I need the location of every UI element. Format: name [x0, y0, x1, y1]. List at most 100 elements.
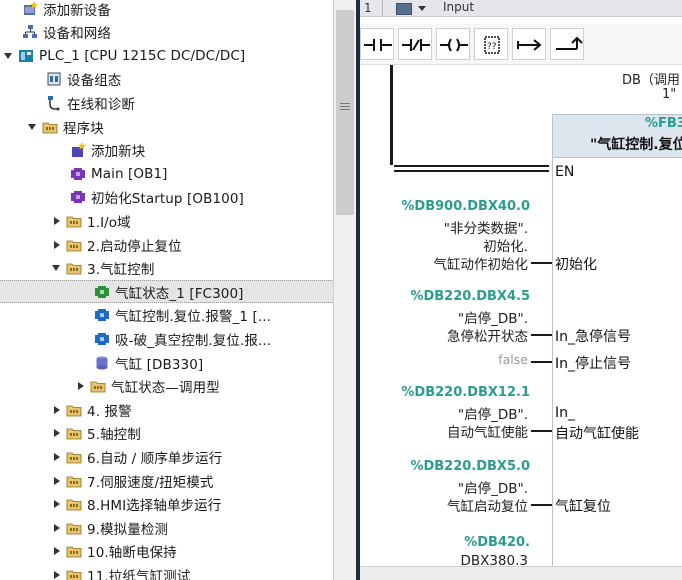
tree-item[interactable]: 3.气缸控制 [0, 257, 333, 280]
expanded-arrow-icon[interactable] [52, 263, 62, 273]
operand-address[interactable]: %DB420. [464, 535, 530, 550]
tree-item[interactable]: 初始化Startup [OB100] [0, 186, 333, 209]
network-title[interactable]: Input [443, 0, 474, 14]
collapsed-arrow-icon[interactable] [52, 405, 62, 415]
tree-item[interactable]: 气缸 [DB330] [0, 351, 333, 374]
tree-item[interactable]: Main [OB1] [0, 162, 333, 185]
collapsed-arrow-icon[interactable] [52, 570, 62, 580]
collapsed-arrow-icon[interactable] [76, 381, 86, 391]
collapsed-arrow-icon[interactable] [52, 523, 62, 533]
tree-item[interactable]: 8.HMI选择轴单步运行 [0, 493, 333, 516]
operand-symbol[interactable]: 初始化. [483, 235, 528, 255]
tree-item[interactable]: 6.自动 / 顺序单步运行 [0, 445, 333, 468]
splitter-grip-icon[interactable] [340, 103, 350, 111]
contact-nc-icon[interactable] [398, 28, 432, 60]
expanded-arrow-icon[interactable] [4, 51, 14, 61]
tree-item[interactable]: 设备和网络 [0, 21, 333, 44]
tree-item[interactable]: 吸-破_真空控制.复位.报... [0, 327, 333, 350]
tree-item[interactable]: 添加新设备 [0, 0, 333, 20]
expanded-arrow-icon[interactable] [28, 122, 38, 132]
tree-item[interactable]: 气缸状态_1 [FC300] [0, 280, 333, 304]
operand-address[interactable]: %DB900.DBX40.0 [401, 199, 530, 214]
fb-block-number: %FB3 [645, 116, 682, 131]
folder-icon [66, 496, 82, 512]
tree-item[interactable]: 设备组态 [0, 68, 333, 91]
tree-item-label: 7.伺服速度/扭矩模式 [87, 474, 214, 491]
block-input-pin[interactable]: In_急停信号 [555, 326, 631, 346]
pin-wire [531, 262, 552, 264]
tree-item[interactable]: 5.轴控制 [0, 422, 333, 445]
folder-icon [66, 237, 82, 253]
collapsed-arrow-icon[interactable] [52, 476, 62, 486]
tree-item[interactable]: PLC_1 [CPU 1215C DC/DC/DC] [0, 44, 333, 67]
tree-item-label: 10.轴断电保持 [87, 545, 177, 562]
collapsed-arrow-icon[interactable] [52, 452, 62, 462]
operand-symbol[interactable]: 气缸动作初始化 [434, 253, 529, 273]
network-icon [22, 24, 38, 40]
scrollbar-thumb[interactable] [336, 10, 354, 215]
operand-value[interactable]: false [498, 352, 528, 367]
network-number: 1 [364, 1, 372, 15]
tree-scrollbar[interactable] [333, 0, 356, 580]
en-pin[interactable]: EN [555, 164, 574, 180]
tree-item[interactable]: 气缸控制.复位.报警_1 [... [0, 304, 333, 327]
operand-symbol[interactable]: "启停_DB". [458, 477, 528, 497]
operand-symbol[interactable]: "启停_DB". [458, 307, 528, 327]
tree-item-label: 程序块 [63, 120, 104, 137]
empty-box-icon[interactable]: ?? [474, 28, 508, 60]
block-input-pin[interactable]: 气缸复位 [555, 496, 611, 516]
folder-icon [66, 402, 82, 418]
coil-icon[interactable] [436, 28, 470, 60]
tree-item[interactable]: 10.轴断电保持 [0, 540, 333, 563]
collapsed-arrow-icon[interactable] [52, 216, 62, 226]
operand-symbol[interactable]: "启停_DB". [458, 403, 528, 423]
tree-item[interactable]: 7.伺服速度/扭矩模式 [0, 469, 333, 492]
tree-item[interactable]: 1.I/o域 [0, 209, 333, 232]
tree-item-label: 11.拉纸气缸测试 [87, 568, 191, 580]
open-branch-icon[interactable] [512, 28, 546, 60]
editor-hscroll[interactable] [360, 566, 682, 580]
operand-address[interactable]: %DB220.DBX12.1 [401, 385, 530, 400]
close-branch-icon[interactable] [550, 28, 584, 60]
instance-db-label[interactable]: DB（调用 [622, 69, 680, 88]
folder-icon [66, 543, 82, 559]
instance-db-label-2[interactable]: 1" [662, 87, 676, 102]
folder-icon [66, 567, 82, 580]
collapsed-arrow-icon[interactable] [52, 428, 62, 438]
ob-icon [70, 189, 86, 205]
operand-symbol[interactable]: 自动气缸使能 [447, 421, 528, 441]
tree-item-label: 添加新设备 [43, 2, 111, 19]
contact-no-icon[interactable] [360, 28, 394, 60]
tree-item-label: 初始化Startup [OB100] [91, 191, 244, 208]
block-input-pin[interactable]: 自动气缸使能 [555, 423, 639, 443]
folder-icon [66, 473, 82, 489]
chevron-down-icon[interactable] [418, 6, 426, 11]
diagnostics-icon [46, 95, 62, 111]
block-input-pin[interactable]: In_ [555, 405, 575, 421]
operand-symbol[interactable]: "非分类数据". [444, 217, 528, 237]
tree-item[interactable]: 9.模拟量检测 [0, 516, 333, 539]
block-input-pin[interactable]: In_停止信号 [555, 353, 631, 373]
collapsed-arrow-icon[interactable] [52, 240, 62, 250]
tree-item[interactable]: 添加新块 [0, 139, 333, 162]
tree-item[interactable]: 在线和诊断 [0, 91, 333, 114]
tree-item[interactable]: 程序块 [0, 115, 333, 138]
collapsed-arrow-icon[interactable] [52, 499, 62, 509]
operand-symbol[interactable]: 急停松开状态 [447, 325, 528, 345]
folder-icon [66, 213, 82, 229]
operand-address[interactable]: %DB220.DBX5.0 [410, 459, 530, 474]
operand-symbol[interactable]: 气缸启动复位 [447, 495, 528, 515]
network-header[interactable]: 1 Input [360, 0, 682, 17]
tree-item[interactable]: 11.拉纸气缸测试 [0, 563, 333, 580]
fc-icon [94, 284, 110, 300]
tree-item[interactable]: 2.启动停止复位 [0, 233, 333, 256]
operand-address[interactable]: %DB220.DBX4.5 [410, 289, 530, 304]
power-rail [390, 65, 393, 165]
tree-item[interactable]: 气缸状态—调用型 [0, 375, 333, 398]
collapsed-arrow-icon[interactable] [52, 546, 62, 556]
block-input-pin[interactable]: 初始化 [555, 254, 597, 274]
tree-item-label: 2.启动停止复位 [87, 238, 182, 255]
pin-wire [531, 504, 552, 506]
tree-item-label: 4. 报警 [87, 403, 132, 420]
tree-item[interactable]: 4. 报警 [0, 398, 333, 421]
